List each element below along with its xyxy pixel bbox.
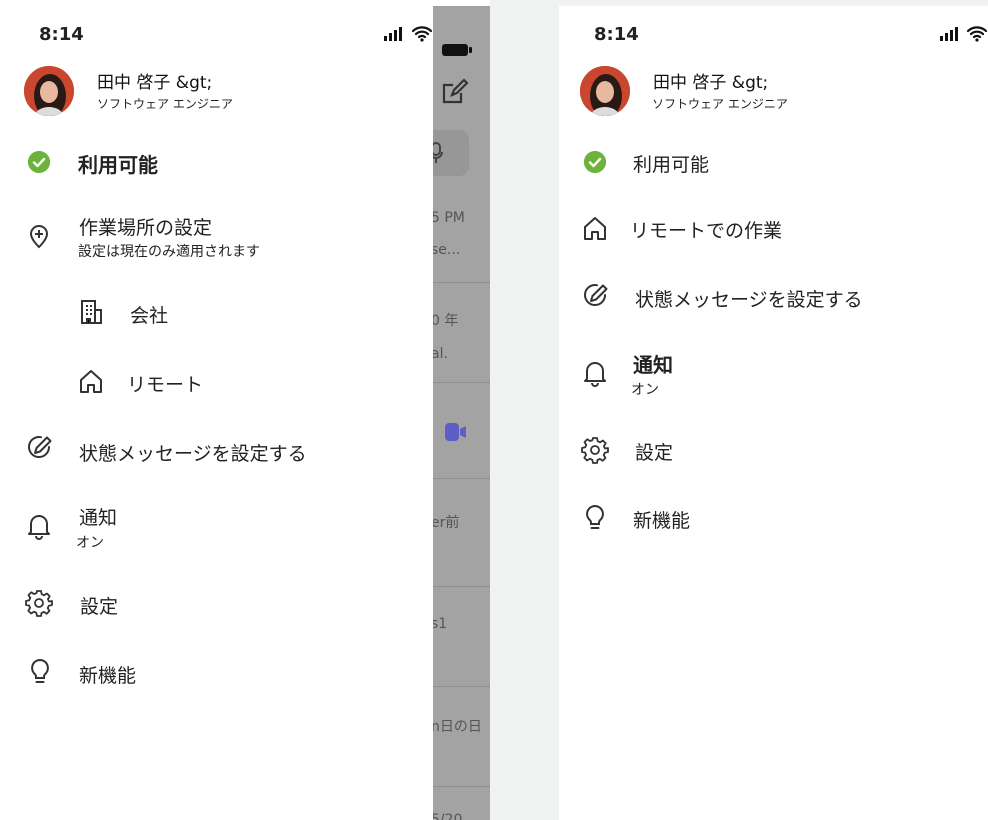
right-phone-screen: 8:14 田中 啓子 &gt; ソフトウェア エンジニア 利用可能 リモートでの… [559,6,988,820]
chat-preview: se... [433,242,461,258]
mic-icon[interactable] [433,142,443,168]
chat-time: 5 PM [433,210,465,226]
side-drawer: 8:14 田中 啓子 &gt; ソフトウェア エンジニア 利用可能 作業場所の設… [0,0,433,820]
profile-role: ソフトウェア エンジニア [652,97,788,111]
compose-icon[interactable] [439,78,469,112]
chat-time: er前 [433,515,460,531]
available-status-icon [584,151,606,173]
home-icon [581,214,609,242]
profile-name[interactable]: 田中 啓子 &gt; [653,68,768,93]
settings-item[interactable]: 設定 [635,438,673,465]
location-add-icon [25,222,53,250]
status-time: 8:14 [594,24,639,45]
availability-label[interactable]: 利用可能 [633,150,709,177]
edit-status-icon [581,283,609,311]
status-message-item[interactable]: 状態メッセージを設定する [79,439,307,466]
chat-time: s1 [433,616,448,632]
divider [433,586,490,587]
divider [433,786,490,787]
work-location-label[interactable]: 作業場所の設定 [79,213,212,240]
chat-preview: al. [433,346,448,362]
bell-icon [581,359,609,387]
remote-work-item[interactable]: リモートでの作業 [630,216,782,243]
background-chat-list: 5 PM se... 0 年 al. er前 s1 n日の日 5/20 [433,6,490,820]
wifi-icon [411,24,433,46]
chat-time: n日の日 [433,719,482,735]
status-time: 8:14 [39,24,84,45]
divider [433,686,490,687]
whats-new-item[interactable]: 新機能 [633,506,690,533]
divider [433,478,490,479]
availability-label[interactable]: 利用可能 [78,149,158,178]
notifications-item[interactable]: 通知 [79,503,117,530]
wifi-icon [966,24,988,46]
lightbulb-icon [26,658,54,686]
gear-icon [25,589,53,617]
profile-role: ソフトウェア エンジニア [97,97,233,111]
profile-name[interactable]: 田中 啓子 &gt; [97,68,212,93]
left-phone-screen: 5 PM se... 0 年 al. er前 s1 n日の日 5/20 8:14… [0,0,490,820]
work-location-sublabel: 設定は現在のみ適用されます [78,244,260,260]
notifications-state: オン [631,382,659,398]
battery-icon [441,42,473,62]
notifications-item[interactable]: 通知 [633,349,673,378]
building-icon [77,298,105,326]
remote-option[interactable]: リモート [127,370,203,397]
office-option[interactable]: 会社 [130,301,168,328]
signal-icon [383,26,405,46]
status-message-item[interactable]: 状態メッセージを設定する [635,285,863,312]
notifications-state: オン [76,535,104,551]
gear-icon [581,436,609,464]
home-icon [77,367,105,395]
divider [433,382,490,383]
whats-new-item[interactable]: 新機能 [79,661,136,688]
video-call-icon[interactable] [443,420,467,448]
chat-time: 0 年 [433,313,459,329]
chat-time: 5/20 [433,812,463,820]
signal-icon [939,26,961,46]
bell-icon [25,512,53,540]
avatar[interactable] [24,66,74,116]
divider [433,282,490,283]
available-status-icon [28,151,50,173]
edit-status-icon [25,435,53,463]
settings-item[interactable]: 設定 [80,592,118,619]
lightbulb-icon [581,504,609,532]
avatar[interactable] [580,66,630,116]
